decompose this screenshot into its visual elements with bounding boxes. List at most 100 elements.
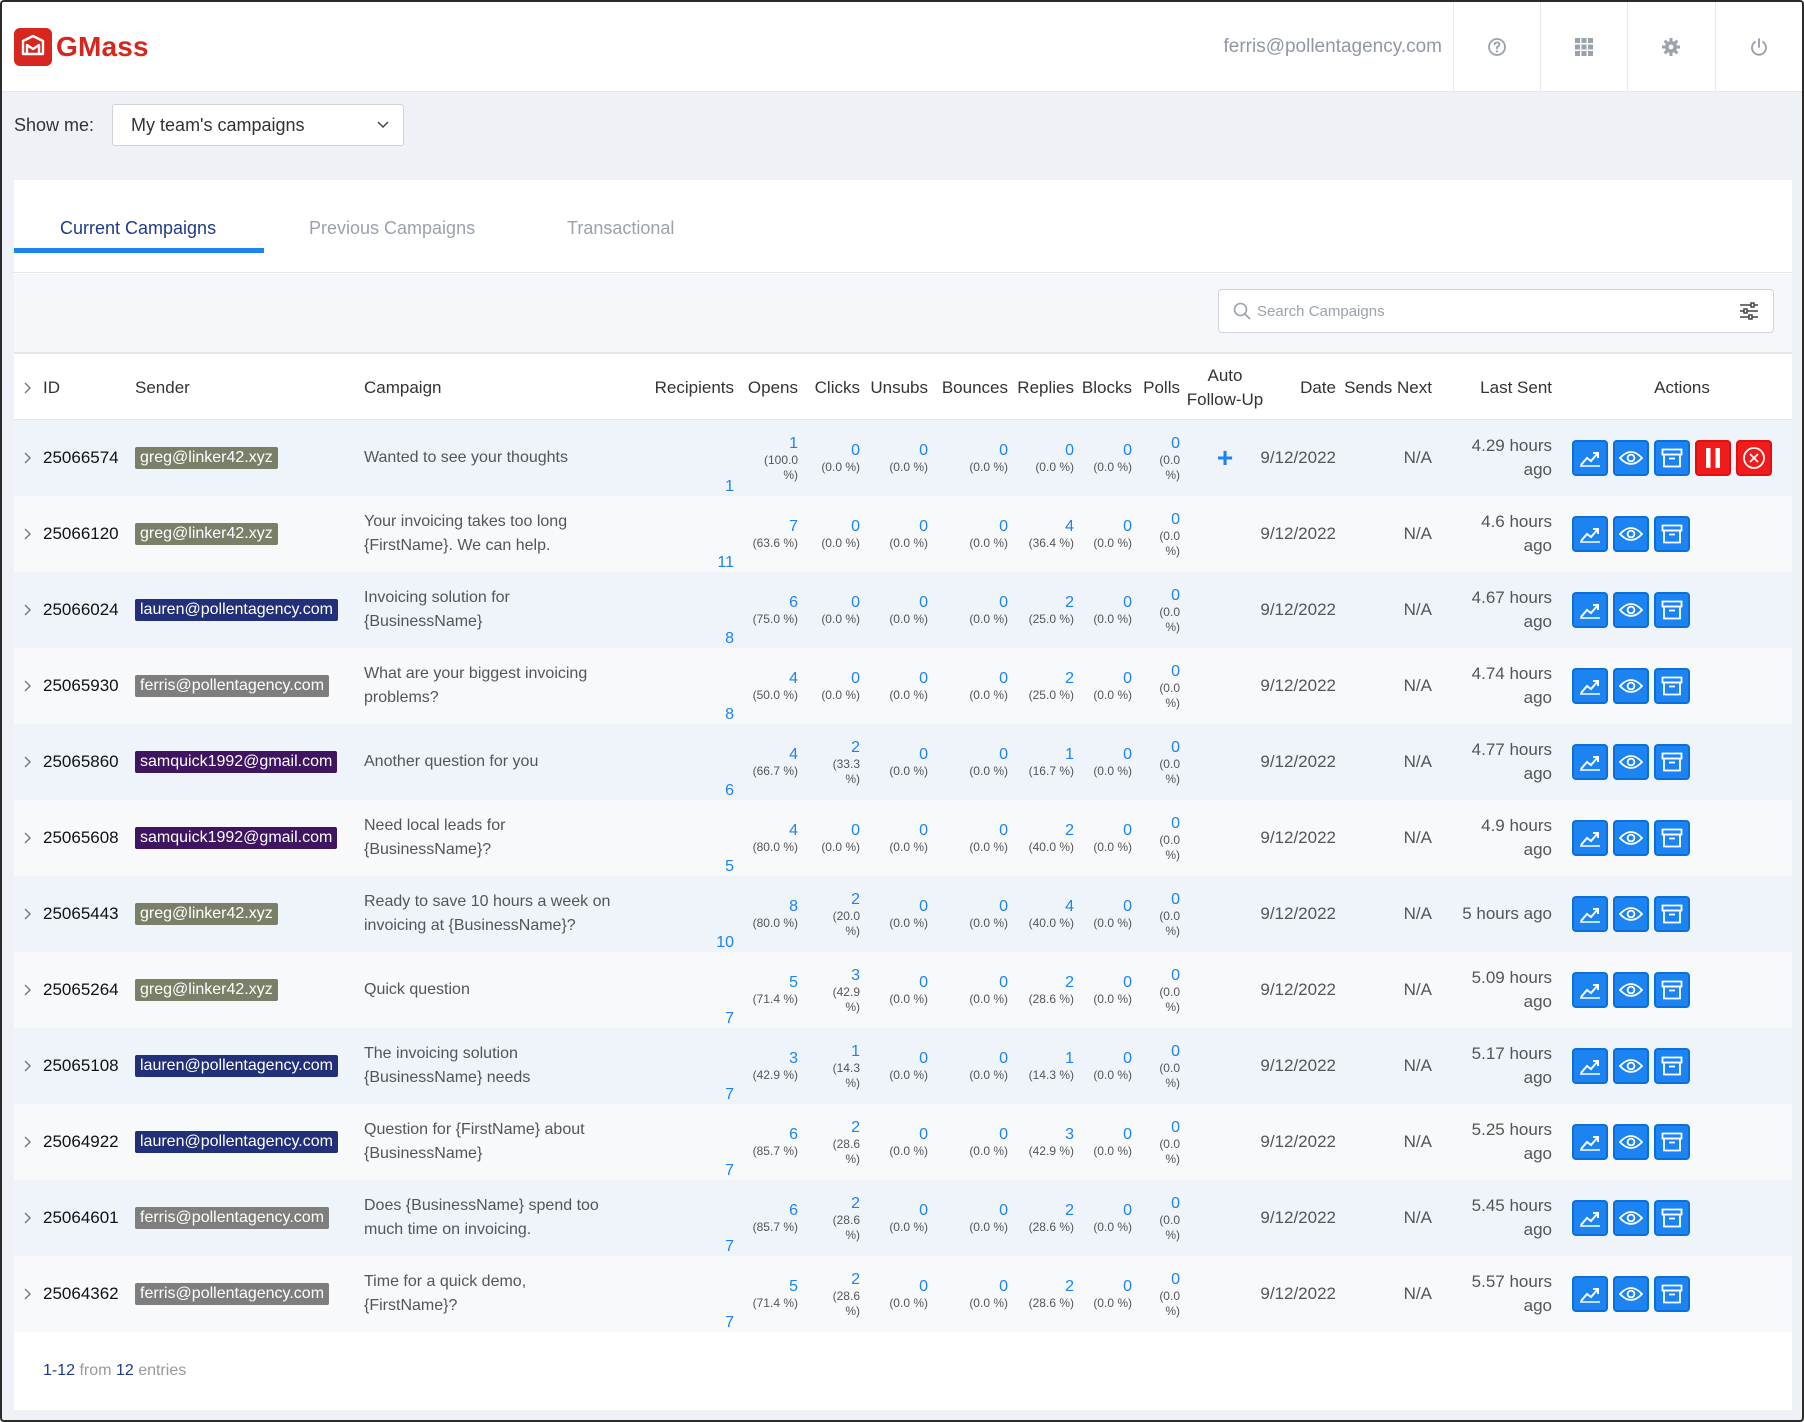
recipients-count[interactable]: 1 xyxy=(624,420,734,496)
tab-transactional[interactable]: Transactional xyxy=(567,218,674,239)
replies-stat[interactable]: 2 (28.6 %) xyxy=(1010,952,1074,1028)
unsubs-stat[interactable]: 0 (0.0 %) xyxy=(862,724,928,800)
col-replies[interactable]: Replies xyxy=(1010,356,1074,420)
blocks-stat[interactable]: 0 (0.0 %) xyxy=(1076,800,1132,876)
clicks-stat[interactable]: 0 (0.0 %) xyxy=(800,800,860,876)
row-expand-toggle[interactable] xyxy=(18,724,38,800)
table-row[interactable]: 25065443 greg@linker42.xyz Ready to save… xyxy=(14,876,1792,952)
blocks-stat[interactable]: 0 (0.0 %) xyxy=(1076,1256,1132,1332)
replies-stat[interactable]: 4 (40.0 %) xyxy=(1010,876,1074,952)
recipients-count[interactable]: 6 xyxy=(624,724,734,800)
recipients-count[interactable]: 7 xyxy=(624,1256,734,1332)
campaign-subject[interactable]: Ready to save 10 hours a week on invoici… xyxy=(364,876,614,952)
tab-previous-campaigns[interactable]: Previous Campaigns xyxy=(309,218,475,239)
col-id[interactable]: ID xyxy=(43,356,60,420)
bounces-stat[interactable]: 0 (0.0 %) xyxy=(930,876,1008,952)
recipients-count[interactable]: 5 xyxy=(624,800,734,876)
unsubs-stat[interactable]: 0 (0.0 %) xyxy=(862,1256,928,1332)
archive-button[interactable] xyxy=(1654,1200,1690,1236)
polls-stat[interactable]: 0 (0.0%) xyxy=(1134,572,1180,648)
recipients-count[interactable]: 7 xyxy=(624,1180,734,1256)
clicks-stat[interactable]: 2 (33.3%) xyxy=(800,724,860,800)
replies-stat[interactable]: 0 (0.0 %) xyxy=(1010,420,1074,496)
report-button[interactable] xyxy=(1572,668,1608,704)
blocks-stat[interactable]: 0 (0.0 %) xyxy=(1076,724,1132,800)
recipients-count[interactable]: 10 xyxy=(624,876,734,952)
opens-stat[interactable]: 6 (75.0 %) xyxy=(738,572,798,648)
campaign-subject[interactable]: Invoicing solution for {BusinessName} xyxy=(364,572,614,648)
col-clicks[interactable]: Clicks xyxy=(800,356,860,420)
table-row[interactable]: 25065930 ferris@pollentagency.com What a… xyxy=(14,648,1792,724)
clicks-stat[interactable]: 2 (28.6%) xyxy=(800,1180,860,1256)
clicks-stat[interactable]: 2 (28.6%) xyxy=(800,1104,860,1180)
blocks-stat[interactable]: 0 (0.0 %) xyxy=(1076,648,1132,724)
replies-stat[interactable]: 3 (42.9 %) xyxy=(1010,1104,1074,1180)
blocks-stat[interactable]: 0 (0.0 %) xyxy=(1076,1180,1132,1256)
replies-stat[interactable]: 2 (25.0 %) xyxy=(1010,572,1074,648)
replies-stat[interactable]: 1 (16.7 %) xyxy=(1010,724,1074,800)
clicks-stat[interactable]: 0 (0.0 %) xyxy=(800,496,860,572)
campaign-subject[interactable]: What are your biggest invoicing problems… xyxy=(364,648,614,724)
row-expand-toggle[interactable] xyxy=(18,800,38,876)
clicks-stat[interactable]: 0 (0.0 %) xyxy=(800,648,860,724)
bounces-stat[interactable]: 0 (0.0 %) xyxy=(930,952,1008,1028)
add-auto-followup-button[interactable]: + xyxy=(1217,442,1233,474)
campaign-subject[interactable]: Time for a quick demo, {FirstName}? xyxy=(364,1256,614,1332)
col-campaign[interactable]: Campaign xyxy=(364,356,442,420)
replies-stat[interactable]: 2 (28.6 %) xyxy=(1010,1256,1074,1332)
report-button[interactable] xyxy=(1572,1048,1608,1084)
opens-stat[interactable]: 6 (85.7 %) xyxy=(738,1104,798,1180)
help-button[interactable] xyxy=(1453,2,1540,92)
report-button[interactable] xyxy=(1572,1124,1608,1160)
table-row[interactable]: 25064922 lauren@pollentagency.com Questi… xyxy=(14,1104,1792,1180)
col-date[interactable]: Date xyxy=(1270,356,1336,420)
table-row[interactable]: 25065264 greg@linker42.xyz Quick questio… xyxy=(14,952,1792,1028)
settings-button[interactable] xyxy=(1627,2,1714,92)
col-blocks[interactable]: Blocks xyxy=(1076,356,1132,420)
col-recipients[interactable]: Recipients xyxy=(624,356,734,420)
table-row[interactable]: 25065860 samquick1992@gmail.com Another … xyxy=(14,724,1792,800)
view-button[interactable] xyxy=(1613,820,1649,856)
unsubs-stat[interactable]: 0 (0.0 %) xyxy=(862,876,928,952)
bounces-stat[interactable]: 0 (0.0 %) xyxy=(930,496,1008,572)
row-expand-toggle[interactable] xyxy=(18,1104,38,1180)
row-expand-toggle[interactable] xyxy=(18,420,38,496)
polls-stat[interactable]: 0 (0.0%) xyxy=(1134,1028,1180,1104)
campaign-scope-select[interactable]: My team's campaigns xyxy=(112,104,405,146)
view-button[interactable] xyxy=(1613,440,1649,476)
col-sender[interactable]: Sender xyxy=(135,356,190,420)
campaign-subject[interactable]: Does {BusinessName} spend too much time … xyxy=(364,1180,614,1256)
recipients-count[interactable]: 7 xyxy=(624,952,734,1028)
clicks-stat[interactable]: 2 (28.6%) xyxy=(800,1256,860,1332)
campaign-subject[interactable]: Your invoicing takes too long {FirstName… xyxy=(364,496,614,572)
unsubs-stat[interactable]: 0 (0.0 %) xyxy=(862,572,928,648)
blocks-stat[interactable]: 0 (0.0 %) xyxy=(1076,1028,1132,1104)
campaign-subject[interactable]: Need local leads for {BusinessName}? xyxy=(364,800,614,876)
row-expand-toggle[interactable] xyxy=(18,648,38,724)
clicks-stat[interactable]: 2 (20.0%) xyxy=(800,876,860,952)
archive-button[interactable] xyxy=(1654,1124,1690,1160)
bounces-stat[interactable]: 0 (0.0 %) xyxy=(930,724,1008,800)
bounces-stat[interactable]: 0 (0.0 %) xyxy=(930,1180,1008,1256)
polls-stat[interactable]: 0 (0.0%) xyxy=(1134,876,1180,952)
row-expand-toggle[interactable] xyxy=(18,1180,38,1256)
view-button[interactable] xyxy=(1613,1200,1649,1236)
logout-button[interactable] xyxy=(1715,2,1802,92)
opens-stat[interactable]: 1 (100.0%) xyxy=(738,420,798,496)
replies-stat[interactable]: 2 (40.0 %) xyxy=(1010,800,1074,876)
polls-stat[interactable]: 0 (0.0%) xyxy=(1134,1180,1180,1256)
campaign-subject[interactable]: Question for {FirstName} about {Business… xyxy=(364,1104,614,1180)
bounces-stat[interactable]: 0 (0.0 %) xyxy=(930,572,1008,648)
polls-stat[interactable]: 0 (0.0%) xyxy=(1134,800,1180,876)
report-button[interactable] xyxy=(1572,972,1608,1008)
opens-stat[interactable]: 5 (71.4 %) xyxy=(738,952,798,1028)
table-row[interactable]: 25066120 greg@linker42.xyz Your invoicin… xyxy=(14,496,1792,572)
blocks-stat[interactable]: 0 (0.0 %) xyxy=(1076,1104,1132,1180)
opens-stat[interactable]: 7 (63.6 %) xyxy=(738,496,798,572)
col-last-sent[interactable]: Last Sent xyxy=(1434,356,1552,420)
report-button[interactable] xyxy=(1572,896,1608,932)
unsubs-stat[interactable]: 0 (0.0 %) xyxy=(862,1028,928,1104)
clicks-stat[interactable]: 0 (0.0 %) xyxy=(800,572,860,648)
table-row[interactable]: 25065608 samquick1992@gmail.com Need loc… xyxy=(14,800,1792,876)
replies-stat[interactable]: 4 (36.4 %) xyxy=(1010,496,1074,572)
